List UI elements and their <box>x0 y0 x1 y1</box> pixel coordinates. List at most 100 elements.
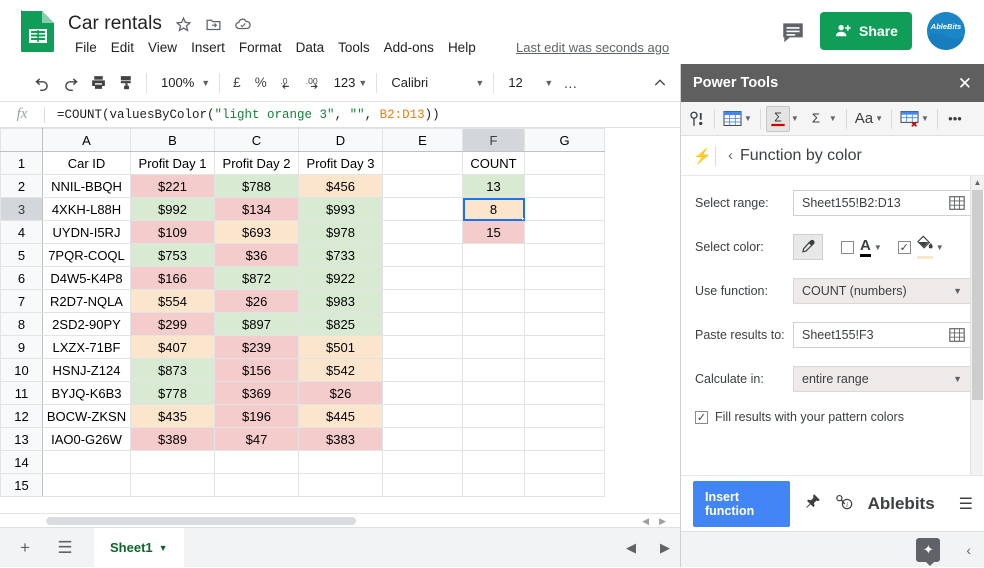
cell-D10[interactable]: $542 <box>298 358 383 382</box>
move-to-folder-icon[interactable] <box>204 15 222 33</box>
cell-A4[interactable]: UYDN-I5RJ <box>42 220 131 244</box>
panel-scroll-up-icon[interactable]: ▲ <box>971 176 984 189</box>
add-sheet-button[interactable]: + <box>10 533 40 563</box>
cell-B14[interactable] <box>130 450 215 474</box>
more-tools-icon[interactable]: ••• <box>943 106 967 132</box>
cell-E14[interactable] <box>382 450 463 474</box>
chevron-down-icon[interactable]: ▼ <box>791 114 799 123</box>
cell-D1[interactable]: Profit Day 3 <box>298 151 383 175</box>
scroll-right-arrow-icon[interactable]: ▶ <box>659 516 666 527</box>
cell-D9[interactable]: $501 <box>298 335 383 359</box>
cell-C11[interactable]: $369 <box>214 381 299 405</box>
cell-G14[interactable] <box>524 450 605 474</box>
chevron-down-icon[interactable]: ▼ <box>159 543 168 553</box>
cell-G3[interactable] <box>524 197 605 221</box>
cell-D13[interactable]: $383 <box>298 427 383 451</box>
cell-A14[interactable] <box>42 450 131 474</box>
decrease-decimal-button[interactable]: .0 <box>274 69 302 97</box>
eyedropper-button[interactable] <box>793 234 823 260</box>
scroll-left-arrow-icon[interactable]: ◀ <box>642 516 649 527</box>
cell-D5[interactable]: $733 <box>298 243 383 267</box>
cell-F14[interactable] <box>462 450 525 474</box>
cell-E15[interactable] <box>382 473 463 497</box>
column-header-b[interactable]: B <box>130 128 215 152</box>
cell-E10[interactable] <box>382 358 463 382</box>
row-header-14[interactable]: 14 <box>0 450 43 474</box>
cell-F2[interactable]: 13 <box>462 174 525 198</box>
cell-F11[interactable] <box>462 381 525 405</box>
cell-A13[interactable]: IAO0-G26W <box>42 427 131 451</box>
cell-C2[interactable]: $788 <box>214 174 299 198</box>
font-size-selector[interactable]: 12 ▼ <box>500 70 556 96</box>
row-header-2[interactable]: 2 <box>0 174 43 198</box>
row-header-8[interactable]: 8 <box>0 312 43 336</box>
sheet-prev-button[interactable]: ◀ <box>626 540 636 556</box>
column-header-c[interactable]: C <box>214 128 299 152</box>
cell-E2[interactable] <box>382 174 463 198</box>
column-header-f[interactable]: F <box>462 128 525 152</box>
cell-F6[interactable] <box>462 266 525 290</box>
cell-D12[interactable]: $445 <box>298 404 383 428</box>
cell-F3[interactable]: 8 <box>462 197 525 221</box>
font-color-checkbox[interactable] <box>841 240 854 254</box>
cell-B4[interactable]: $109 <box>130 220 215 244</box>
font-color-button[interactable]: A ▼ <box>860 238 882 257</box>
cell-E7[interactable] <box>382 289 463 313</box>
cell-A9[interactable]: LXZX-71BF <box>42 335 131 359</box>
row-header-3[interactable]: 3 <box>0 197 43 221</box>
cell-D6[interactable]: $922 <box>298 266 383 290</box>
cell-B10[interactable]: $873 <box>130 358 215 382</box>
text-tools-icon[interactable]: Aa ▼ <box>852 106 886 132</box>
menu-view[interactable]: View <box>141 37 184 58</box>
redo-icon[interactable] <box>56 69 84 97</box>
cell-A5[interactable]: 7PQR-COQL <box>42 243 131 267</box>
cell-A2[interactable]: NNIL-BBQH <box>42 174 131 198</box>
menu-addons[interactable]: Add-ons <box>377 37 441 58</box>
cell-A8[interactable]: 2SD2-90PY <box>42 312 131 336</box>
menu-help[interactable]: Help <box>441 37 483 58</box>
cell-F1[interactable]: COUNT <box>462 151 525 175</box>
menu-data[interactable]: Data <box>289 37 332 58</box>
fill-pattern-checkbox[interactable]: ✓ <box>695 410 708 424</box>
font-family-selector[interactable]: Calibri ▼ <box>383 70 487 96</box>
cell-C3[interactable]: $134 <box>214 197 299 221</box>
cell-F4[interactable]: 15 <box>462 220 525 244</box>
sheet-tab-sheet1[interactable]: Sheet1 ▼ <box>94 527 184 568</box>
cell-B11[interactable]: $778 <box>130 381 215 405</box>
column-header-d[interactable]: D <box>298 128 383 152</box>
cell-G1[interactable] <box>524 151 605 175</box>
cell-A12[interactable]: BOCW-ZKSN <box>42 404 131 428</box>
cell-C15[interactable] <box>214 473 299 497</box>
fill-handle[interactable] <box>522 218 524 220</box>
menu-file[interactable]: File <box>68 37 104 58</box>
cell-E12[interactable] <box>382 404 463 428</box>
cell-C6[interactable]: $872 <box>214 266 299 290</box>
cell-F7[interactable] <box>462 289 525 313</box>
cell-E3[interactable] <box>382 197 463 221</box>
row-header-5[interactable]: 5 <box>0 243 43 267</box>
cell-E13[interactable] <box>382 427 463 451</box>
cell-F12[interactable] <box>462 404 525 428</box>
number-format-selector[interactable]: 123 ▼ <box>330 70 371 96</box>
menu-insert[interactable]: Insert <box>184 37 232 58</box>
insert-function-button[interactable]: Insert function <box>693 480 790 527</box>
cell-D11[interactable]: $26 <box>298 381 383 405</box>
cell-F15[interactable] <box>462 473 525 497</box>
cell-C14[interactable] <box>214 450 299 474</box>
cell-D14[interactable] <box>298 450 383 474</box>
cell-F5[interactable] <box>462 243 525 267</box>
sheet-next-button[interactable]: ▶ <box>660 540 670 556</box>
cell-G5[interactable] <box>524 243 605 267</box>
cell-F10[interactable] <box>462 358 525 382</box>
cell-B5[interactable]: $753 <box>130 243 215 267</box>
cell-E1[interactable] <box>382 151 463 175</box>
table-tools-icon[interactable]: ▼ <box>720 106 755 132</box>
cell-B12[interactable]: $435 <box>130 404 215 428</box>
sum-by-color-icon[interactable]: Σ <box>765 105 790 132</box>
cell-A3[interactable]: 4XKH-L88H <box>42 197 131 221</box>
cell-E6[interactable] <box>382 266 463 290</box>
grid-horizontal-scrollbar[interactable]: ◀ ▶ <box>0 513 680 527</box>
column-header-a[interactable]: A <box>42 128 131 152</box>
cell-D15[interactable] <box>298 473 383 497</box>
cell-C13[interactable]: $47 <box>214 427 299 451</box>
